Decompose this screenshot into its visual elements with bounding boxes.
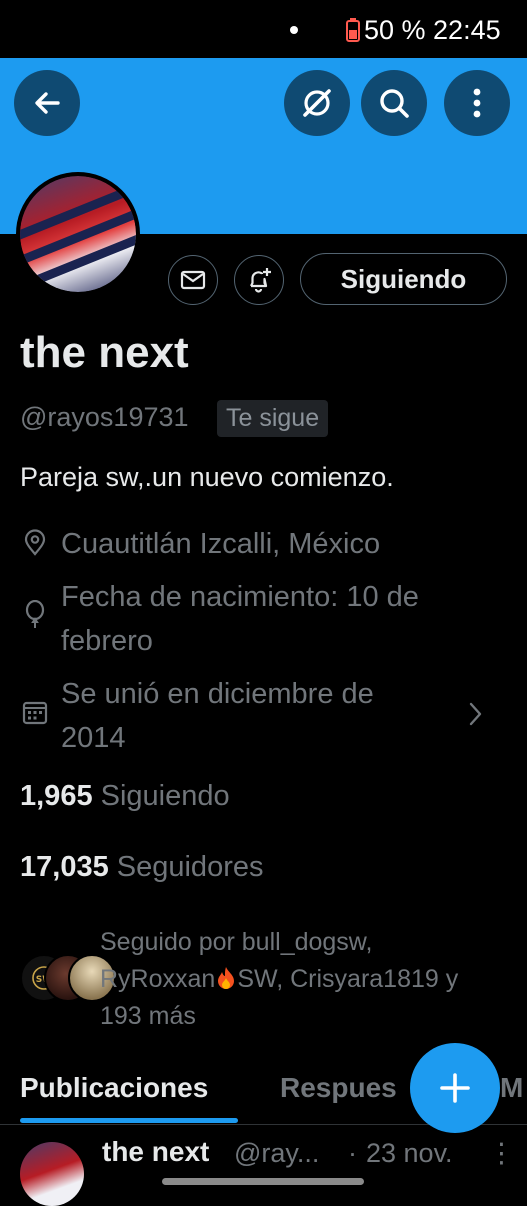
- following-stat[interactable]: 1,965 Siguiendo: [20, 780, 230, 813]
- home-indicator[interactable]: [162, 1178, 364, 1185]
- tweet-separator: ·: [348, 1138, 357, 1168]
- profile-joined-line1: Se unió en diciembre de: [61, 678, 374, 710]
- profile-joined-line2: 2014: [61, 722, 126, 754]
- profile-handle: @rayos19731: [20, 402, 189, 432]
- notification-dot: [290, 26, 298, 34]
- compose-button[interactable]: [410, 1043, 500, 1133]
- profile-birthday-line1: Fecha de nacimiento: 10 de: [61, 581, 419, 613]
- followed-by-text[interactable]: Seguido por bull_dogsw, RyRoxxan SW, Cri…: [100, 924, 510, 1035]
- tweet-author-handle: @ray...: [234, 1138, 320, 1168]
- balloon-icon: [25, 600, 45, 628]
- bell-plus-icon: [250, 268, 271, 293]
- search-button[interactable]: [361, 70, 427, 136]
- tab-more[interactable]: M: [500, 1072, 523, 1104]
- chevron-right-icon[interactable]: [465, 700, 485, 728]
- envelope-icon: [180, 270, 206, 290]
- profile-location: Cuautitlán Izcalli, México: [61, 528, 381, 560]
- battery-time-text: 50 % 22:45: [364, 15, 501, 45]
- avatar-photo: [20, 176, 136, 292]
- notifications-button[interactable]: [234, 255, 284, 305]
- profile-bio: Pareja sw,.un nuevo comienzo.: [20, 462, 394, 492]
- back-button[interactable]: [14, 70, 80, 136]
- more-button[interactable]: [444, 70, 510, 136]
- tab-publicaciones[interactable]: Publicaciones: [20, 1072, 208, 1104]
- tweet-more-button[interactable]: ⋮: [488, 1138, 515, 1169]
- location-pin-icon: [24, 529, 46, 556]
- follows-you-badge: Te sigue: [217, 400, 329, 437]
- active-tab-indicator: [20, 1118, 238, 1123]
- grok-button[interactable]: [284, 70, 350, 136]
- following-count: 1,965: [20, 780, 93, 812]
- message-button[interactable]: [168, 255, 218, 305]
- followed-by-line1: Seguido por bull_dogsw,: [100, 928, 373, 956]
- followed-by-line2b: SW, Crisyara1819 y: [237, 965, 459, 993]
- fire-emoji-icon: [218, 967, 235, 989]
- tweet-date: 23 nov.: [366, 1138, 453, 1168]
- followers-stat[interactable]: 17,035 Seguidores: [20, 851, 263, 884]
- grok-icon: [303, 89, 331, 117]
- plus-icon: [440, 1073, 470, 1103]
- profile-name: the next: [20, 328, 189, 377]
- profile-birthday-line2: febrero: [61, 625, 153, 657]
- tweet-author-name[interactable]: the next: [102, 1136, 209, 1168]
- following-button[interactable]: Siguiendo: [300, 253, 507, 305]
- calendar-icon: [22, 701, 48, 725]
- battery-icon: [346, 18, 360, 42]
- followed-by-line3: 193 más: [100, 1002, 196, 1030]
- tweet-avatar[interactable]: [20, 1142, 84, 1206]
- search-icon: [380, 89, 409, 118]
- followers-label: Seguidores: [116, 851, 264, 883]
- profile-avatar[interactable]: [16, 172, 140, 296]
- arrow-left-icon: [35, 92, 60, 114]
- more-icon: [473, 88, 481, 118]
- followers-count: 17,035: [20, 851, 109, 883]
- followed-by-line2a: RyRoxxan: [100, 965, 216, 993]
- tab-respuestas[interactable]: Respues: [280, 1072, 397, 1104]
- following-label: Siguiendo: [100, 780, 230, 812]
